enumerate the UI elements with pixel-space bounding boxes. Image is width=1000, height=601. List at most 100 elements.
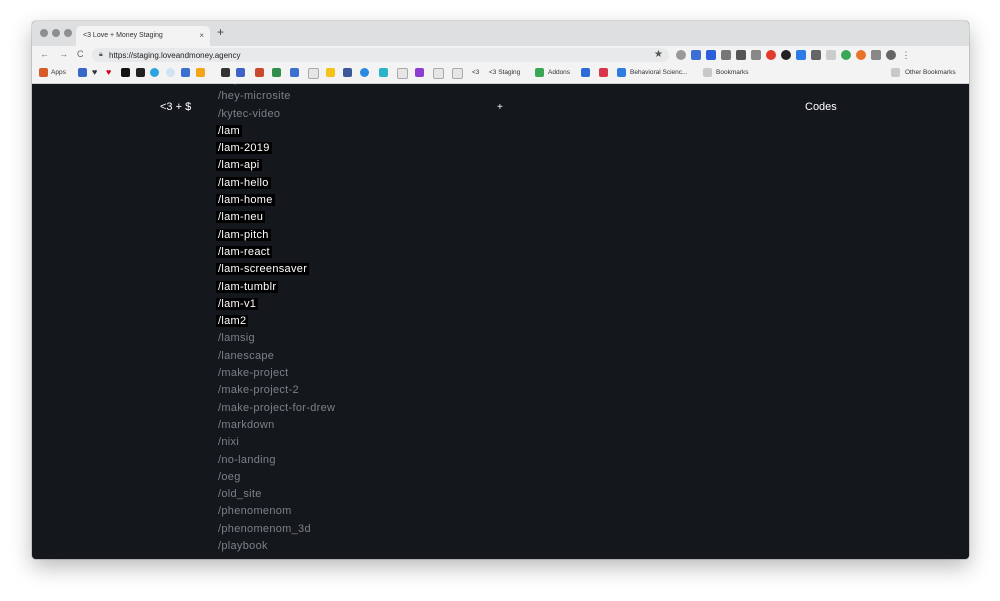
facebook-icon[interactable]: [343, 68, 352, 77]
info-extension-icon[interactable]: [676, 50, 686, 60]
avatar[interactable]: [886, 50, 896, 60]
tab-active[interactable]: <3 Love + Money Staging ×: [76, 26, 210, 46]
cast-icon[interactable]: [871, 50, 881, 60]
bookmark-icon[interactable]: [181, 68, 190, 77]
bookmark-icon[interactable]: [221, 68, 230, 77]
extension-icon[interactable]: [706, 50, 716, 60]
directory-link[interactable]: /phenomenom_3d: [216, 521, 337, 538]
minimize-window-icon[interactable]: [52, 29, 60, 37]
bookmark-staging[interactable]: <3 Staging: [489, 69, 520, 76]
directory-link[interactable]: /no-landing: [216, 452, 337, 469]
zoom-window-icon[interactable]: [64, 29, 72, 37]
bookmark-icon[interactable]: [78, 68, 87, 77]
extension-icon[interactable]: [781, 50, 791, 60]
directory-link-label: /make-project-for-drew: [218, 401, 336, 414]
directory-link[interactable]: /lam-api: [216, 157, 337, 174]
bookmark-icon[interactable]: [121, 68, 130, 77]
extension-icon[interactable]: [736, 50, 746, 60]
directory-link[interactable]: /lam-home: [216, 192, 337, 209]
reload-button[interactable]: C: [77, 49, 84, 59]
bookmark-icon[interactable]: [236, 68, 245, 77]
url-text[interactable]: https://staging.loveandmoney.agency: [109, 51, 241, 60]
bookmark-icon[interactable]: [272, 68, 281, 77]
bookmark-icon[interactable]: [581, 68, 590, 77]
heart-icon[interactable]: ♥: [106, 68, 115, 77]
directory-link[interactable]: /lamsig: [216, 330, 337, 347]
bookmark-apps[interactable]: Apps: [51, 69, 66, 76]
tab-close-icon[interactable]: ×: [199, 31, 204, 40]
page-icon[interactable]: [433, 68, 444, 79]
directory-link[interactable]: /old_site: [216, 486, 337, 503]
bookmark-icon: [617, 68, 626, 77]
directory-link[interactable]: /lam2: [216, 313, 337, 330]
extension-icon[interactable]: [721, 50, 731, 60]
directory-link[interactable]: /make-project: [216, 365, 337, 382]
browser-window: <3 Love + Money Staging × + ← → C 🔒︎ htt…: [32, 21, 969, 559]
bookmark-behavioral[interactable]: Behavioral Scienc...: [630, 69, 687, 76]
directory-link[interactable]: /lam-2019: [216, 140, 337, 157]
directory-link[interactable]: /markdown: [216, 417, 337, 434]
extension-icon[interactable]: [751, 50, 761, 60]
new-tab-button[interactable]: +: [217, 25, 224, 39]
extension-icon[interactable]: [811, 50, 821, 60]
bookmark-less-than-three[interactable]: <3: [472, 69, 479, 76]
directory-link[interactable]: /lam: [216, 123, 337, 140]
bookmark-star-icon[interactable]: ★: [654, 49, 663, 60]
directory-link-label: /make-project-2: [218, 384, 299, 397]
directory-link-label: /kytec-video: [218, 107, 281, 120]
bookmark-icon[interactable]: [379, 68, 388, 77]
directory-link[interactable]: /lam-v1: [216, 296, 337, 313]
other-bookmarks[interactable]: Other Bookmarks: [905, 69, 956, 76]
codes-link[interactable]: Codes: [805, 101, 837, 113]
address-bar[interactable]: 🔒︎ https://staging.loveandmoney.agency ★: [92, 48, 669, 62]
page-icon[interactable]: [452, 68, 463, 79]
close-window-icon[interactable]: [40, 29, 48, 37]
directory-link[interactable]: /lam-screensaver: [216, 261, 337, 278]
directory-link-label: /markdown: [218, 418, 275, 431]
messenger-icon[interactable]: [360, 68, 369, 77]
extension-icon[interactable]: [841, 50, 851, 60]
extension-icon[interactable]: [691, 50, 701, 60]
puzzle-icon: [535, 68, 544, 77]
plus-link[interactable]: +: [497, 102, 503, 113]
docs-icon[interactable]: [290, 68, 299, 77]
bookmark-folder[interactable]: Bookmarks: [716, 69, 749, 76]
menu-kebab-icon[interactable]: ⋮: [901, 50, 911, 60]
directory-link[interactable]: /lam-pitch: [216, 227, 337, 244]
site-logo[interactable]: <3 + $: [160, 101, 191, 113]
heart-icon[interactable]: ♥: [92, 68, 101, 77]
directory-link[interactable]: /playbook: [216, 538, 337, 555]
directory-link[interactable]: /make-project-for-drew: [216, 400, 337, 417]
forward-button[interactable]: →: [59, 49, 68, 59]
directory-link[interactable]: /lanescape: [216, 348, 337, 365]
bookmark-addons[interactable]: Addons: [548, 69, 570, 76]
bookmark-icon[interactable]: [415, 68, 424, 77]
dropbox-icon[interactable]: [796, 50, 806, 60]
directory-link[interactable]: /lam-react: [216, 244, 337, 261]
directory-link-label: /hey-cam: [216, 84, 268, 85]
bookmark-icon[interactable]: [150, 68, 159, 77]
directory-link[interactable]: /lam-neu: [216, 209, 337, 226]
extension-icon[interactable]: [766, 50, 776, 60]
directory-link[interactable]: /lam-tumblr: [216, 279, 337, 296]
back-button[interactable]: ←: [40, 49, 49, 59]
page-icon[interactable]: [308, 68, 319, 79]
directory-link[interactable]: /phenomenom: [216, 503, 337, 520]
directory-link[interactable]: /hey-microsite: [216, 88, 337, 105]
extension-icon[interactable]: [856, 50, 866, 60]
directory-link[interactable]: /oeg: [216, 469, 337, 486]
bookmark-icon[interactable]: [326, 68, 335, 77]
bookmark-icon[interactable]: [599, 68, 608, 77]
directory-link[interactable]: /make-project-2: [216, 382, 337, 399]
directory-link[interactable]: /lam-hello: [216, 175, 337, 192]
directory-link[interactable]: /kytec-video: [216, 106, 337, 123]
cloud-icon[interactable]: [166, 68, 175, 77]
directory-link-label: /oeg: [218, 470, 241, 483]
bookmark-icon[interactable]: [255, 68, 264, 77]
extension-icon[interactable]: [826, 50, 836, 60]
directory-link[interactable]: /nixi: [216, 434, 337, 451]
analytics-icon[interactable]: [196, 68, 205, 77]
page-icon[interactable]: [397, 68, 408, 79]
bookmark-icon[interactable]: [136, 68, 145, 77]
directory-list: /hey-cam/hey-microsite/kytec-video/lam/l…: [216, 84, 337, 555]
